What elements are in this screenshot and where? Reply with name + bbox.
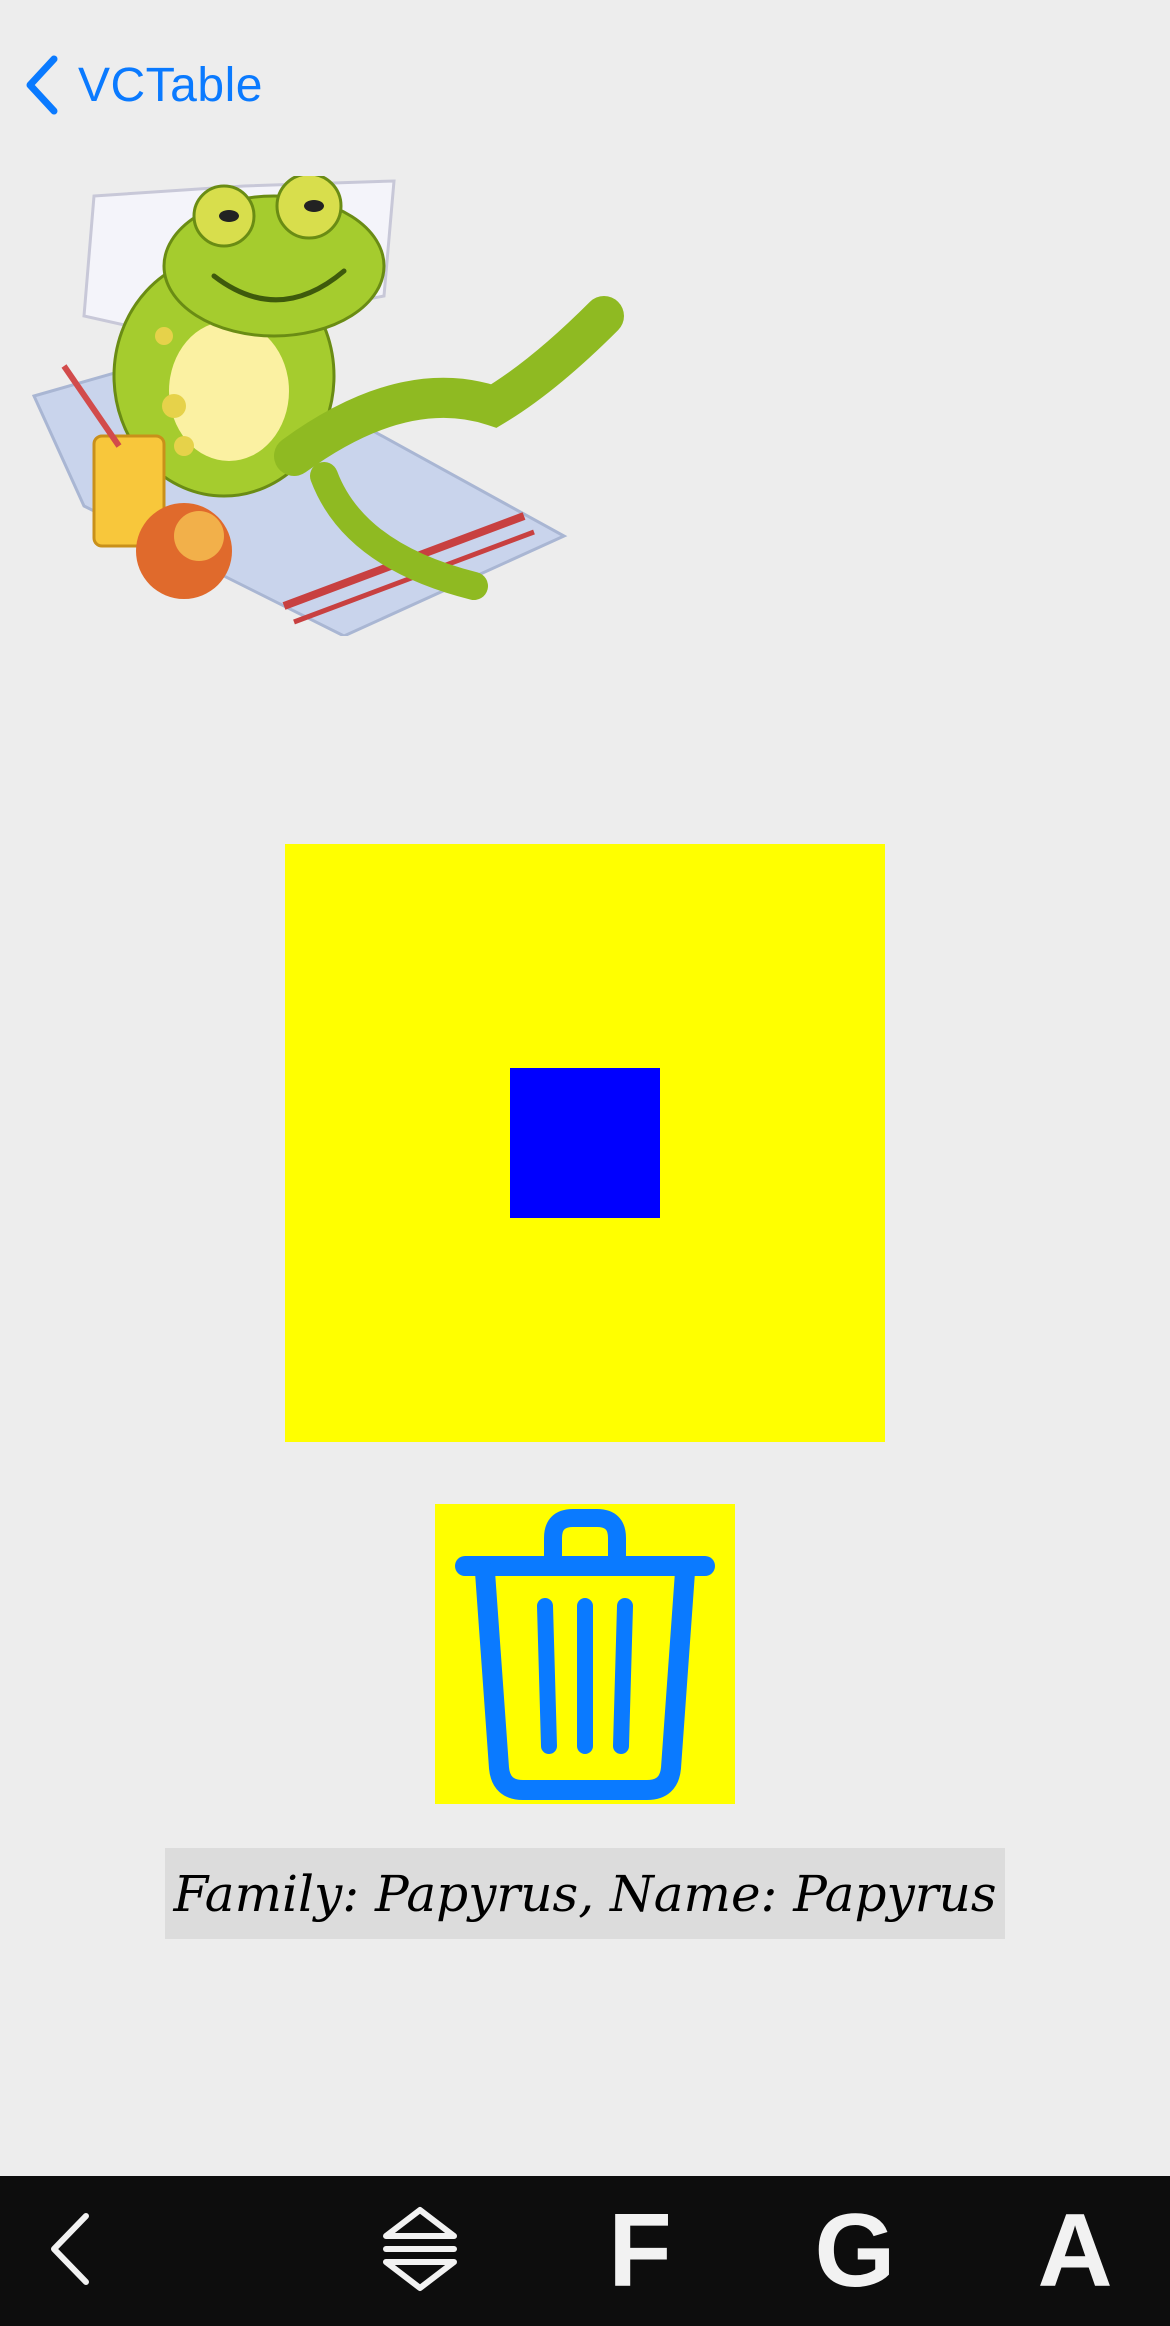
back-button-label: VCTable bbox=[78, 58, 263, 112]
toolbar-a-button[interactable]: A bbox=[1025, 2176, 1125, 2326]
blue-square bbox=[510, 1068, 660, 1218]
toolbar-back-button[interactable] bbox=[30, 2176, 110, 2326]
toolbar-expand-button[interactable] bbox=[370, 2176, 470, 2326]
trash-button[interactable] bbox=[435, 1504, 735, 1804]
frog-illustration bbox=[24, 172, 624, 638]
toolbar-f-label: F bbox=[608, 2193, 672, 2309]
chevron-left-icon bbox=[48, 2212, 92, 2291]
toolbar-f-button[interactable]: F bbox=[590, 2176, 690, 2326]
yellow-square bbox=[285, 844, 885, 1442]
toolbar-g-button[interactable]: G bbox=[805, 2176, 905, 2326]
font-name-label: Family: Papyrus, Name: Papyrus bbox=[165, 1848, 1005, 1939]
chevron-left-icon bbox=[24, 55, 60, 115]
toolbar-g-label: G bbox=[814, 2193, 896, 2309]
trash-icon bbox=[435, 1504, 735, 1804]
toolbar-a-label: A bbox=[1037, 2193, 1113, 2309]
bottom-toolbar: F G A bbox=[0, 2176, 1170, 2326]
expand-collapse-icon bbox=[380, 2204, 460, 2299]
back-button[interactable]: VCTable bbox=[24, 52, 263, 118]
